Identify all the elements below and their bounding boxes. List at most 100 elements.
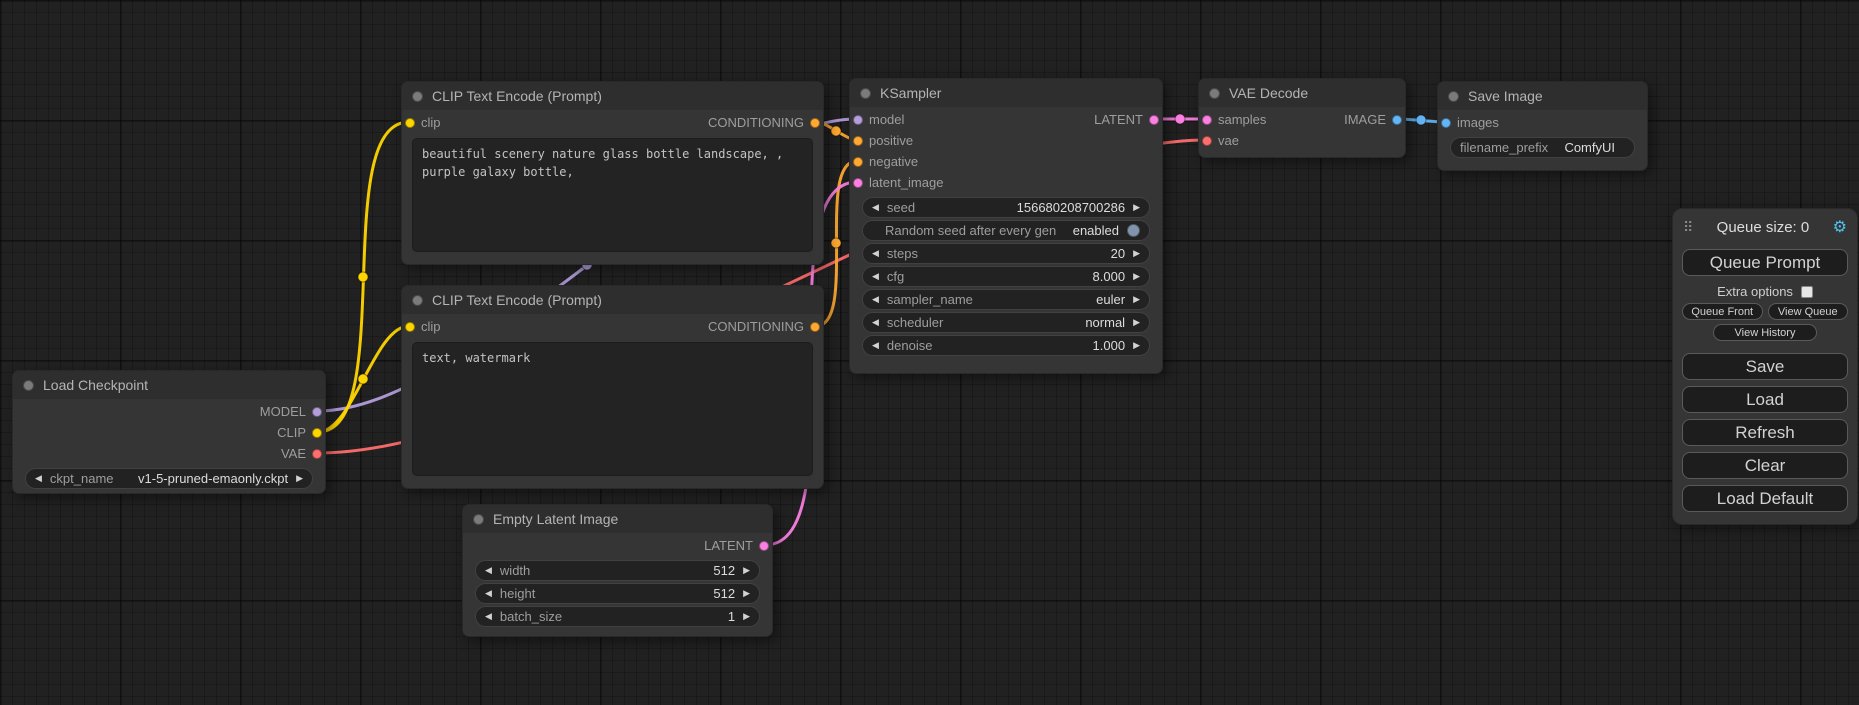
save-button[interactable]: Save <box>1682 353 1848 380</box>
output-dot-latent[interactable] <box>1149 115 1159 125</box>
increment-icon[interactable]: ▶ <box>1133 318 1140 327</box>
node-save-image[interactable]: Save Image images filename_prefix ComfyU… <box>1437 81 1648 171</box>
extra-options-checkbox[interactable] <box>1801 286 1813 298</box>
collapse-dot-icon[interactable] <box>412 295 423 306</box>
output-dot-conditioning[interactable] <box>810 322 820 332</box>
decrement-icon[interactable]: ◀ <box>872 203 879 212</box>
widget-sampler-name[interactable]: ◀ sampler_name euler ▶ <box>862 289 1150 310</box>
collapse-dot-icon[interactable] <box>23 380 34 391</box>
input-dot-negative[interactable] <box>853 157 863 167</box>
increment-icon[interactable]: ▶ <box>1133 272 1140 281</box>
decrement-icon[interactable]: ◀ <box>485 612 492 621</box>
prompt-textarea[interactable]: text, watermark <box>412 342 813 476</box>
increment-icon[interactable]: ▶ <box>743 566 750 575</box>
output-dot-model[interactable] <box>312 407 322 417</box>
extra-options-label: Extra options <box>1717 284 1793 299</box>
output-dot-latent[interactable] <box>759 541 769 551</box>
link-midpoint-clip-positive <box>358 272 368 282</box>
input-dot-latent-image[interactable] <box>853 178 863 188</box>
collapse-dot-icon[interactable] <box>1448 91 1459 102</box>
collapse-dot-icon[interactable] <box>412 91 423 102</box>
decrement-icon[interactable]: ◀ <box>872 272 879 281</box>
node-titlebar[interactable]: CLIP Text Encode (Prompt) <box>402 286 823 314</box>
increment-icon[interactable]: ▶ <box>1133 341 1140 350</box>
output-label-model: MODEL <box>260 404 306 419</box>
slot-row: CLIP <box>13 422 325 443</box>
queue-front-button[interactable]: Queue Front <box>1682 303 1763 320</box>
slot-row: images <box>1438 112 1647 133</box>
widget-value: 8.000 <box>1093 269 1126 284</box>
node-titlebar[interactable]: Empty Latent Image <box>463 505 772 533</box>
node-clip-text-encode-positive[interactable]: CLIP Text Encode (Prompt) clip CONDITION… <box>401 81 824 265</box>
widget-label: seed <box>887 200 915 215</box>
widget-height[interactable]: ◀ height 512 ▶ <box>475 583 760 604</box>
settings-gear-icon[interactable]: ⚙ <box>1833 217 1847 237</box>
decrement-icon[interactable]: ◀ <box>35 474 42 483</box>
view-queue-button[interactable]: View Queue <box>1768 303 1849 320</box>
increment-icon[interactable]: ▶ <box>743 589 750 598</box>
decrement-icon[interactable]: ◀ <box>872 341 879 350</box>
widget-value: normal <box>1085 315 1125 330</box>
increment-icon[interactable]: ▶ <box>1133 203 1140 212</box>
input-dot-clip[interactable] <box>405 322 415 332</box>
node-vae-decode[interactable]: VAE Decode samples IMAGE vae <box>1198 78 1406 158</box>
collapse-dot-icon[interactable] <box>473 514 484 525</box>
output-dot-conditioning[interactable] <box>810 118 820 128</box>
input-dot-vae[interactable] <box>1202 136 1212 146</box>
collapse-dot-icon[interactable] <box>1209 88 1220 99</box>
node-load-checkpoint[interactable]: Load Checkpoint MODEL CLIP VAE ◀ ckpt_na… <box>12 370 326 494</box>
node-titlebar[interactable]: CLIP Text Encode (Prompt) <box>402 82 823 110</box>
node-titlebar[interactable]: KSampler <box>850 79 1162 107</box>
input-dot-clip[interactable] <box>405 118 415 128</box>
widget-batch-size[interactable]: ◀ batch_size 1 ▶ <box>475 606 760 627</box>
node-canvas[interactable]: { "colors": { "model": "#B39DDB", "clip"… <box>0 0 1859 705</box>
slot-row: latent_image <box>850 172 1162 193</box>
node-titlebar[interactable]: VAE Decode <box>1199 79 1405 107</box>
input-dot-positive[interactable] <box>853 136 863 146</box>
input-dot-model[interactable] <box>853 115 863 125</box>
decrement-icon[interactable]: ◀ <box>485 589 492 598</box>
widget-filename-prefix[interactable]: filename_prefix ComfyUI <box>1450 137 1635 158</box>
decrement-icon[interactable]: ◀ <box>872 318 879 327</box>
load-default-button[interactable]: Load Default <box>1682 485 1848 512</box>
decrement-icon[interactable]: ◀ <box>872 249 879 258</box>
drag-handle-icon[interactable]: ⠿ <box>1683 219 1693 236</box>
widget-cfg[interactable]: ◀ cfg 8.000 ▶ <box>862 266 1150 287</box>
node-clip-text-encode-negative[interactable]: CLIP Text Encode (Prompt) clip CONDITION… <box>401 285 824 489</box>
widget-steps[interactable]: ◀ steps 20 ▶ <box>862 243 1150 264</box>
input-dot-images[interactable] <box>1441 118 1451 128</box>
queue-menu-panel[interactable]: ⠿ Queue size: 0 ⚙ Queue Prompt Extra opt… <box>1672 208 1858 525</box>
widget-seed[interactable]: ◀ seed 156680208700286 ▶ <box>862 197 1150 218</box>
output-dot-clip[interactable] <box>312 428 322 438</box>
output-dot-vae[interactable] <box>312 449 322 459</box>
queue-prompt-button[interactable]: Queue Prompt <box>1682 249 1848 276</box>
output-dot-image[interactable] <box>1392 115 1402 125</box>
prompt-textarea[interactable]: beautiful scenery nature glass bottle la… <box>412 138 813 252</box>
load-button[interactable]: Load <box>1682 386 1848 413</box>
widget-random-seed-toggle[interactable]: Random seed after every gen enabled <box>862 220 1150 241</box>
widget-width[interactable]: ◀ width 512 ▶ <box>475 560 760 581</box>
increment-icon[interactable]: ▶ <box>1133 295 1140 304</box>
link-midpoint-conditioning-negative <box>831 238 841 248</box>
increment-icon[interactable]: ▶ <box>743 612 750 621</box>
decrement-icon[interactable]: ◀ <box>485 566 492 575</box>
node-titlebar[interactable]: Save Image <box>1438 82 1647 110</box>
slot-row: positive <box>850 130 1162 151</box>
increment-icon[interactable]: ▶ <box>1133 249 1140 258</box>
node-ksampler[interactable]: KSampler model LATENT positive negative <box>849 78 1163 374</box>
clear-button[interactable]: Clear <box>1682 452 1848 479</box>
refresh-button[interactable]: Refresh <box>1682 419 1848 446</box>
input-dot-samples[interactable] <box>1202 115 1212 125</box>
increment-icon[interactable]: ▶ <box>296 474 303 483</box>
collapse-dot-icon[interactable] <box>860 88 871 99</box>
toggle-knob-icon[interactable] <box>1127 224 1140 237</box>
widget-denoise[interactable]: ◀ denoise 1.000 ▶ <box>862 335 1150 356</box>
view-history-button[interactable]: View History <box>1713 324 1817 341</box>
decrement-icon[interactable]: ◀ <box>872 295 879 304</box>
input-label-positive: positive <box>869 133 913 148</box>
node-titlebar[interactable]: Load Checkpoint <box>13 371 325 399</box>
widget-ckpt-name[interactable]: ◀ ckpt_name v1-5-pruned-emaonly.ckpt ▶ <box>25 468 313 489</box>
node-empty-latent-image[interactable]: Empty Latent Image LATENT ◀ width 512 ▶ … <box>462 504 773 637</box>
widget-scheduler[interactable]: ◀ scheduler normal ▶ <box>862 312 1150 333</box>
widget-label: height <box>500 586 535 601</box>
